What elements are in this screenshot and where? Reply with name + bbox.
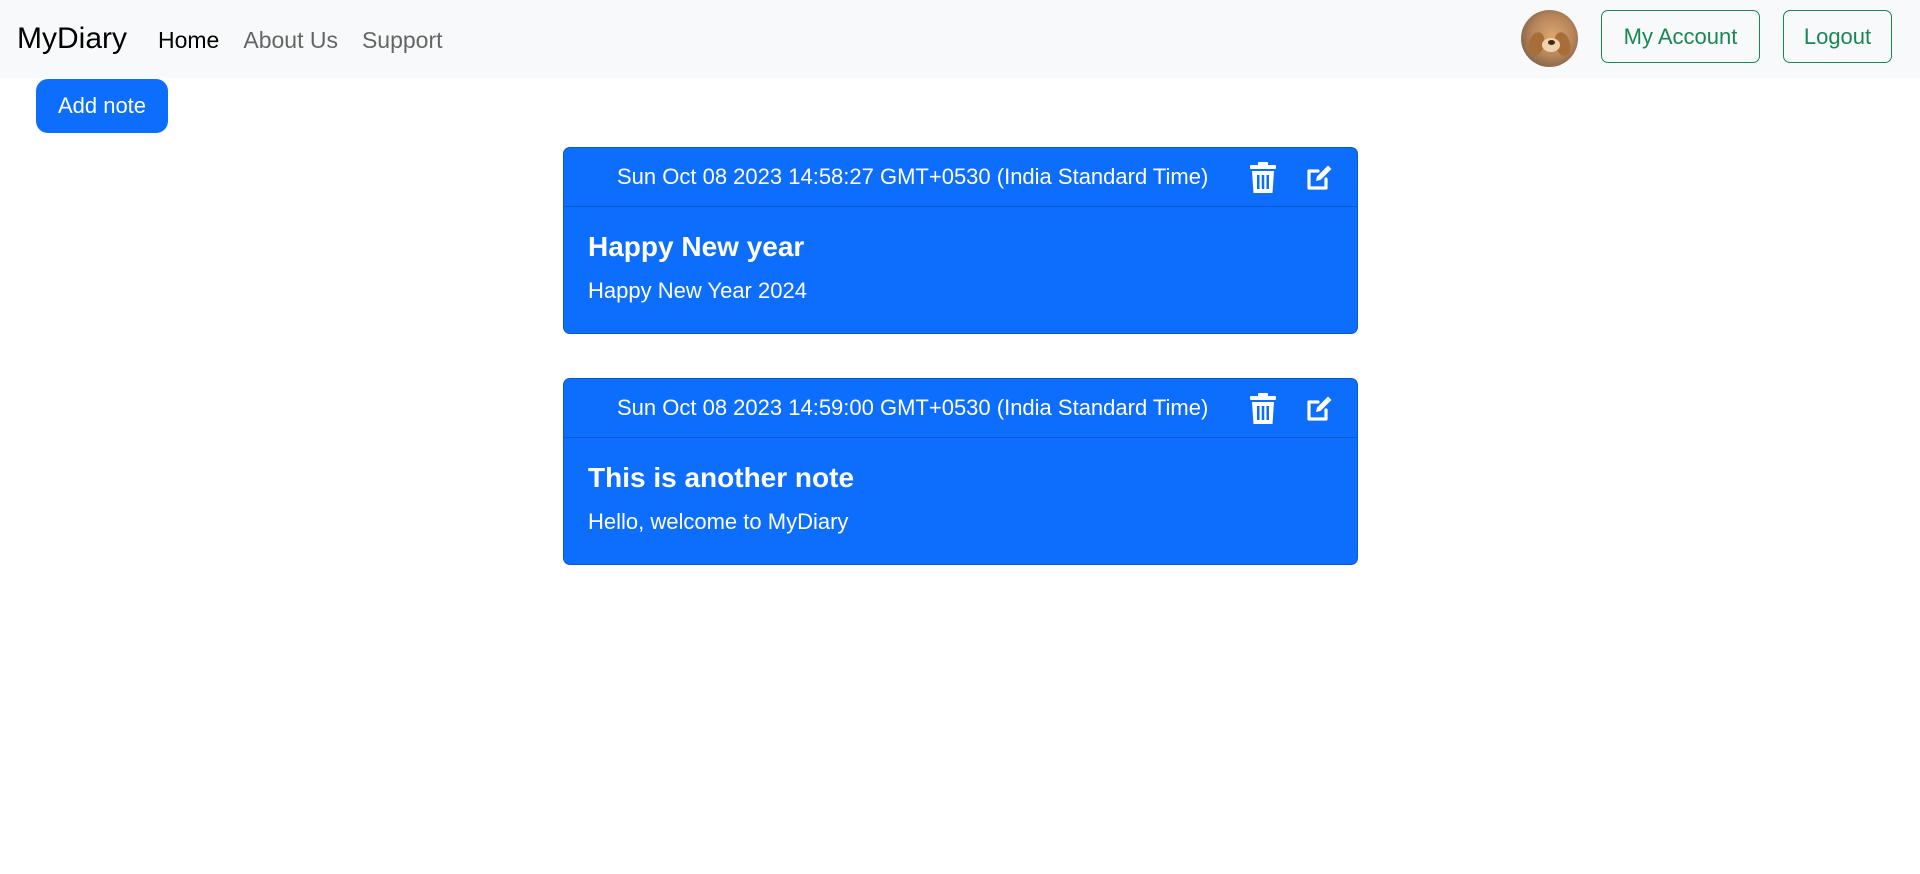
note-title: This is another note (588, 462, 855, 493)
nav-link-support[interactable]: Support (362, 20, 443, 60)
note-title: Happy New year (588, 231, 805, 262)
note-body: Hello, welcome to MyDiary (588, 509, 849, 534)
trash-icon[interactable] (1246, 161, 1280, 195)
add-note-button[interactable]: Add note (36, 79, 168, 133)
nav-links: Home About Us Support (158, 20, 443, 60)
note-card: Sun Oct 08 2023 14:59:00 GMT+0530 (India… (563, 378, 1358, 565)
brand-logo[interactable]: MyDiary (17, 19, 127, 59)
note-header: Sun Oct 08 2023 14:59:00 GMT+0530 (India… (564, 379, 1357, 438)
note-header: Sun Oct 08 2023 14:58:27 GMT+0530 (India… (564, 148, 1357, 207)
my-account-button[interactable]: My Account (1601, 10, 1760, 63)
avatar-nose (1548, 40, 1555, 45)
note-date: Sun Oct 08 2023 14:59:00 GMT+0530 (India… (617, 395, 1209, 420)
nav-link-about-us[interactable]: About Us (243, 20, 338, 60)
note-date: Sun Oct 08 2023 14:58:27 GMT+0530 (India… (617, 164, 1209, 189)
navbar: MyDiary Home About Us Support My Account… (0, 0, 1920, 78)
edit-icon[interactable] (1302, 161, 1336, 195)
edit-icon[interactable] (1302, 392, 1336, 426)
nav-link-home[interactable]: Home (158, 20, 219, 60)
logout-button[interactable]: Logout (1783, 10, 1892, 63)
avatar[interactable] (1521, 10, 1578, 67)
note-card: Sun Oct 08 2023 14:58:27 GMT+0530 (India… (563, 147, 1358, 334)
note-body: Happy New Year 2024 (588, 278, 807, 303)
trash-icon[interactable] (1246, 392, 1280, 426)
